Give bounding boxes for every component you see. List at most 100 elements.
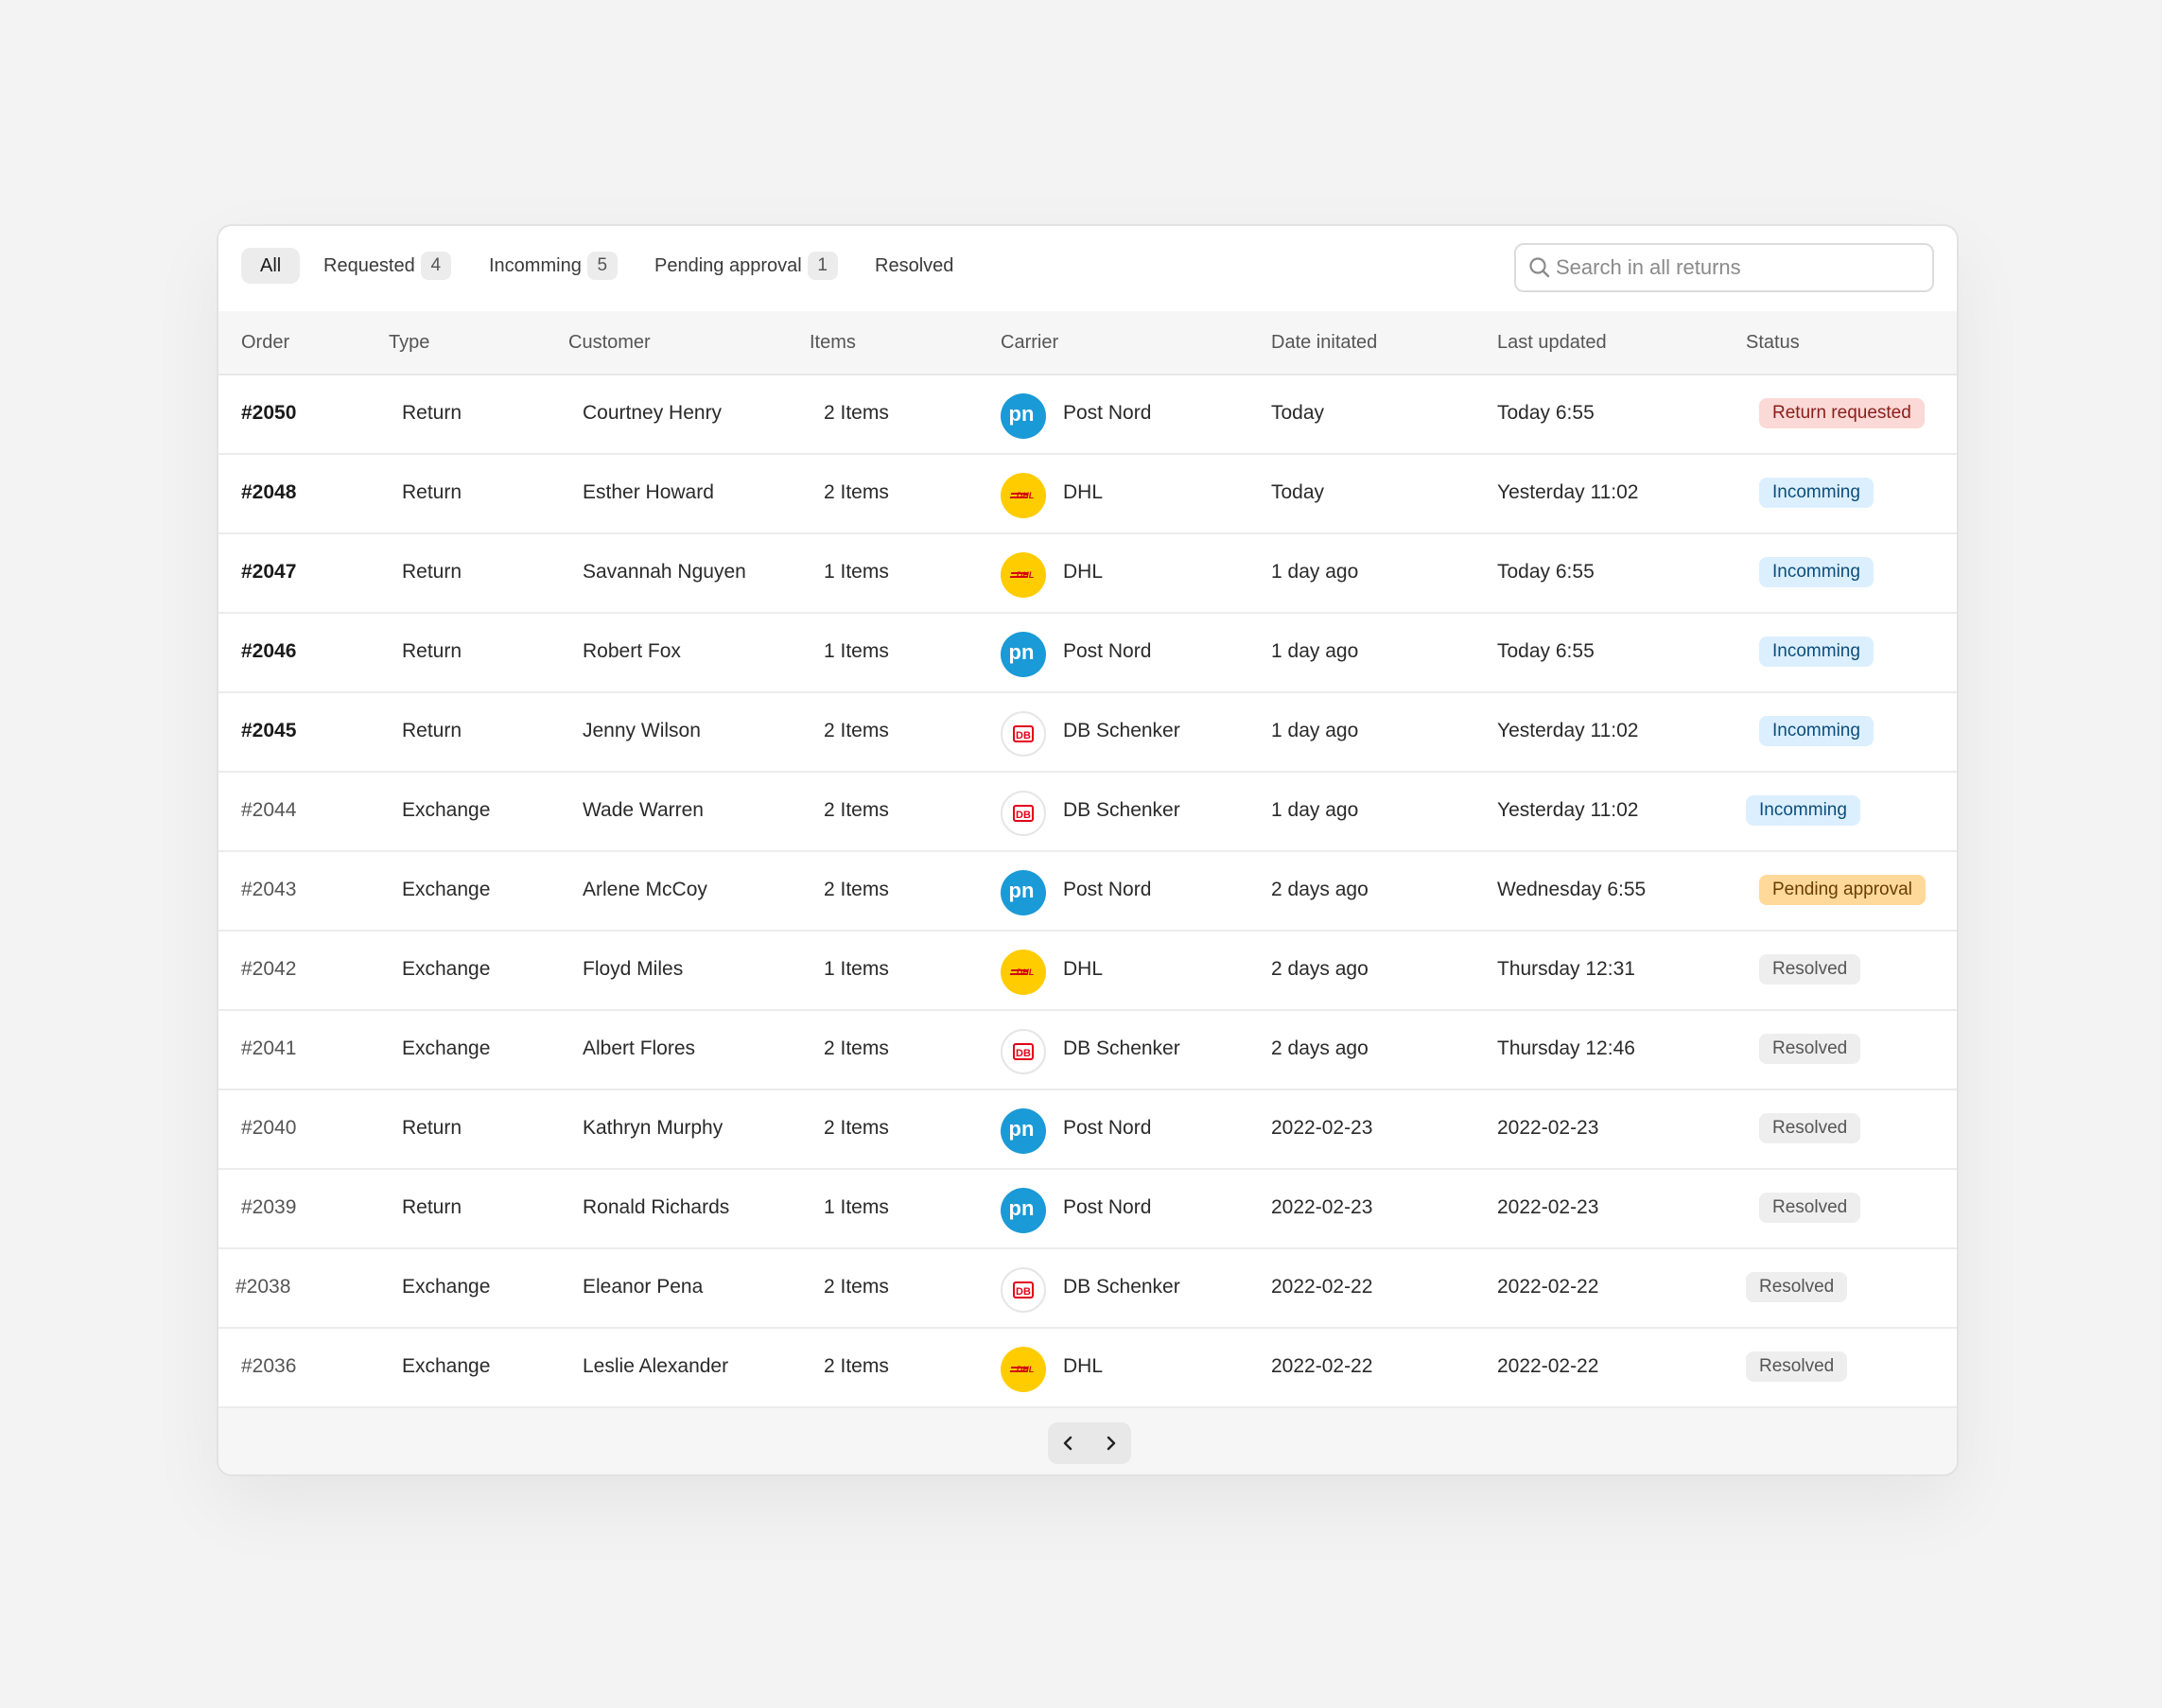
carrier-name: Post Nord (1063, 1117, 1152, 1139)
order-number[interactable]: #2043 (241, 879, 296, 901)
customer-name: Savannah Nguyen (583, 561, 746, 583)
item-count: 2 Items (824, 1117, 889, 1139)
table-row[interactable]: #2039 Return Ronald Richards 1 Items pn Post … (218, 1170, 1957, 1249)
last-updated: 2022-02-22 (1497, 1276, 1599, 1298)
carrier-name: DHL (1063, 561, 1104, 583)
customer-name: Kathryn Murphy (583, 1117, 724, 1139)
order-number[interactable]: #2036 (241, 1355, 296, 1378)
status-badge: Return requested (1759, 398, 1925, 428)
order-number[interactable]: #2048 (241, 481, 296, 504)
column-header-items[interactable]: Items (810, 332, 856, 354)
tab-all[interactable]: All (241, 248, 301, 284)
table-row[interactable]: #2048 Return Esther Howard 2 Items DHL DHL Tod… (218, 455, 1957, 534)
last-updated: 2022-02-22 (1497, 1355, 1599, 1377)
column-header-status[interactable]: Status (1746, 332, 1800, 354)
return-type: Return (402, 640, 462, 662)
date-initiated: 1 day ago (1271, 640, 1359, 662)
carrier-name: DHL (1063, 958, 1104, 980)
table-row[interactable]: #2043 Exchange Arlene McCoy 2 Items pn Post N… (218, 852, 1957, 932)
table-row[interactable]: #2050 Return Courtney Henry 2 Items pn Post N… (218, 375, 1957, 455)
return-type: Return (402, 720, 462, 741)
order-number[interactable]: #2044 (241, 799, 296, 822)
status-badge: Resolved (1759, 1193, 1861, 1223)
svg-text:pn: pn (1009, 1196, 1035, 1220)
tab-requested[interactable]: Requested 4 (323, 248, 451, 284)
last-updated: Today 6:55 (1497, 561, 1595, 583)
carrier-name: Post Nord (1063, 1196, 1152, 1218)
order-number[interactable]: #2046 (241, 640, 296, 663)
date-initiated: 2022-02-22 (1271, 1355, 1373, 1377)
search-input[interactable] (1556, 253, 1915, 283)
order-number[interactable]: #2040 (241, 1117, 296, 1140)
next-page-button[interactable] (1090, 1422, 1131, 1464)
order-number[interactable]: #2045 (241, 720, 296, 742)
table-row[interactable]: #2046 Return Robert Fox 1 Items pn Post Nord 1… (218, 614, 1957, 693)
carrier-name: DB Schenker (1063, 1276, 1180, 1298)
column-header-order[interactable]: Order (241, 332, 289, 354)
status-badge: Resolved (1759, 954, 1861, 985)
tab-incoming[interactable]: Incomming 5 (489, 248, 618, 284)
customer-name: Courtney Henry (583, 402, 723, 424)
item-count: 2 Items (824, 402, 889, 424)
table-footer (218, 1408, 1957, 1474)
db-schenker-logo-icon: DB (1001, 711, 1046, 757)
order-number[interactable]: #2041 (241, 1037, 296, 1060)
date-initiated: 2 days ago (1271, 1037, 1369, 1059)
carrier-name: Post Nord (1063, 879, 1152, 900)
table-row[interactable]: #2041 Exchange Albert Flores 2 Items DB DB Sc… (218, 1011, 1957, 1090)
tab-label: Incomming (489, 254, 582, 276)
last-updated: Wednesday 6:55 (1497, 879, 1647, 900)
customer-name: Albert Flores (583, 1037, 696, 1059)
table-row[interactable]: #2040 Return Kathryn Murphy 2 Items pn Post N… (218, 1090, 1957, 1170)
tab-count: 4 (420, 252, 451, 280)
carrier-name: DHL (1063, 481, 1104, 503)
db-schenker-logo-icon: DB (1001, 1267, 1046, 1313)
return-type: Exchange (402, 1037, 491, 1059)
item-count: 2 Items (824, 481, 889, 503)
customer-name: Jenny Wilson (583, 720, 701, 741)
tab-resolved[interactable]: Resolved (875, 248, 953, 284)
prev-page-button[interactable] (1048, 1422, 1090, 1464)
column-header-carrier[interactable]: Carrier (1001, 332, 1058, 354)
order-number[interactable]: #2050 (241, 402, 296, 425)
item-count: 2 Items (824, 879, 889, 900)
column-header-date-initiated[interactable]: Date initated (1271, 332, 1377, 354)
table-row[interactable]: #2042 Exchange Floyd Miles 1 Items DHL DHL 2 d… (218, 932, 1957, 1011)
status-badge: Resolved (1746, 1272, 1848, 1302)
table-row[interactable]: #2038 Exchange Eleanor Pena 2 Items DB DB Sch… (218, 1249, 1957, 1329)
column-header-customer[interactable]: Customer (568, 332, 651, 354)
table-row[interactable]: #2047 Return Savannah Nguyen 1 Items DHL DHL 1… (218, 534, 1957, 614)
return-type: Exchange (402, 958, 491, 980)
date-initiated: 1 day ago (1271, 561, 1359, 583)
search-box[interactable] (1514, 243, 1934, 292)
carrier-name: DB Schenker (1063, 799, 1180, 821)
svg-text:DHL: DHL (1017, 967, 1035, 977)
table-row[interactable]: #2045 Return Jenny Wilson 2 Items DB DB Schen… (218, 693, 1957, 773)
status-badge: Incomming (1746, 795, 1860, 826)
item-count: 2 Items (824, 1037, 889, 1059)
tab-count: 1 (807, 252, 838, 280)
tab-pending-approval[interactable]: Pending approval 1 (654, 248, 838, 284)
dhl-logo-icon: DHL (1001, 552, 1046, 598)
table-row[interactable]: #2044 Exchange Wade Warren 2 Items DB DB Sche… (218, 773, 1957, 852)
status-badge: Incomming (1759, 478, 1874, 508)
order-number[interactable]: #2038 (235, 1276, 290, 1298)
customer-name: Floyd Miles (583, 958, 684, 980)
customer-name: Arlene McCoy (583, 879, 707, 900)
svg-text:pn: pn (1009, 640, 1035, 664)
status-badge: Incomming (1759, 557, 1874, 587)
return-type: Return (402, 1117, 462, 1139)
svg-text:DB: DB (1016, 730, 1031, 741)
order-number[interactable]: #2042 (241, 958, 296, 981)
status-badge: Pending approval (1759, 875, 1926, 905)
order-number[interactable]: #2047 (241, 561, 296, 584)
status-badge: Resolved (1759, 1034, 1861, 1064)
column-header-type[interactable]: Type (389, 332, 429, 354)
table-row[interactable]: #2036 Exchange Leslie Alexander 2 Items DHL D… (218, 1329, 1957, 1408)
table-header: Order Type Customer Items Carrier Date i… (218, 311, 1957, 375)
order-number[interactable]: #2039 (241, 1196, 296, 1219)
postnord-logo-icon: pn (1001, 632, 1046, 677)
search-icon (1527, 255, 1552, 280)
column-header-last-updated[interactable]: Last updated (1497, 332, 1607, 354)
carrier-name: Post Nord (1063, 640, 1152, 662)
